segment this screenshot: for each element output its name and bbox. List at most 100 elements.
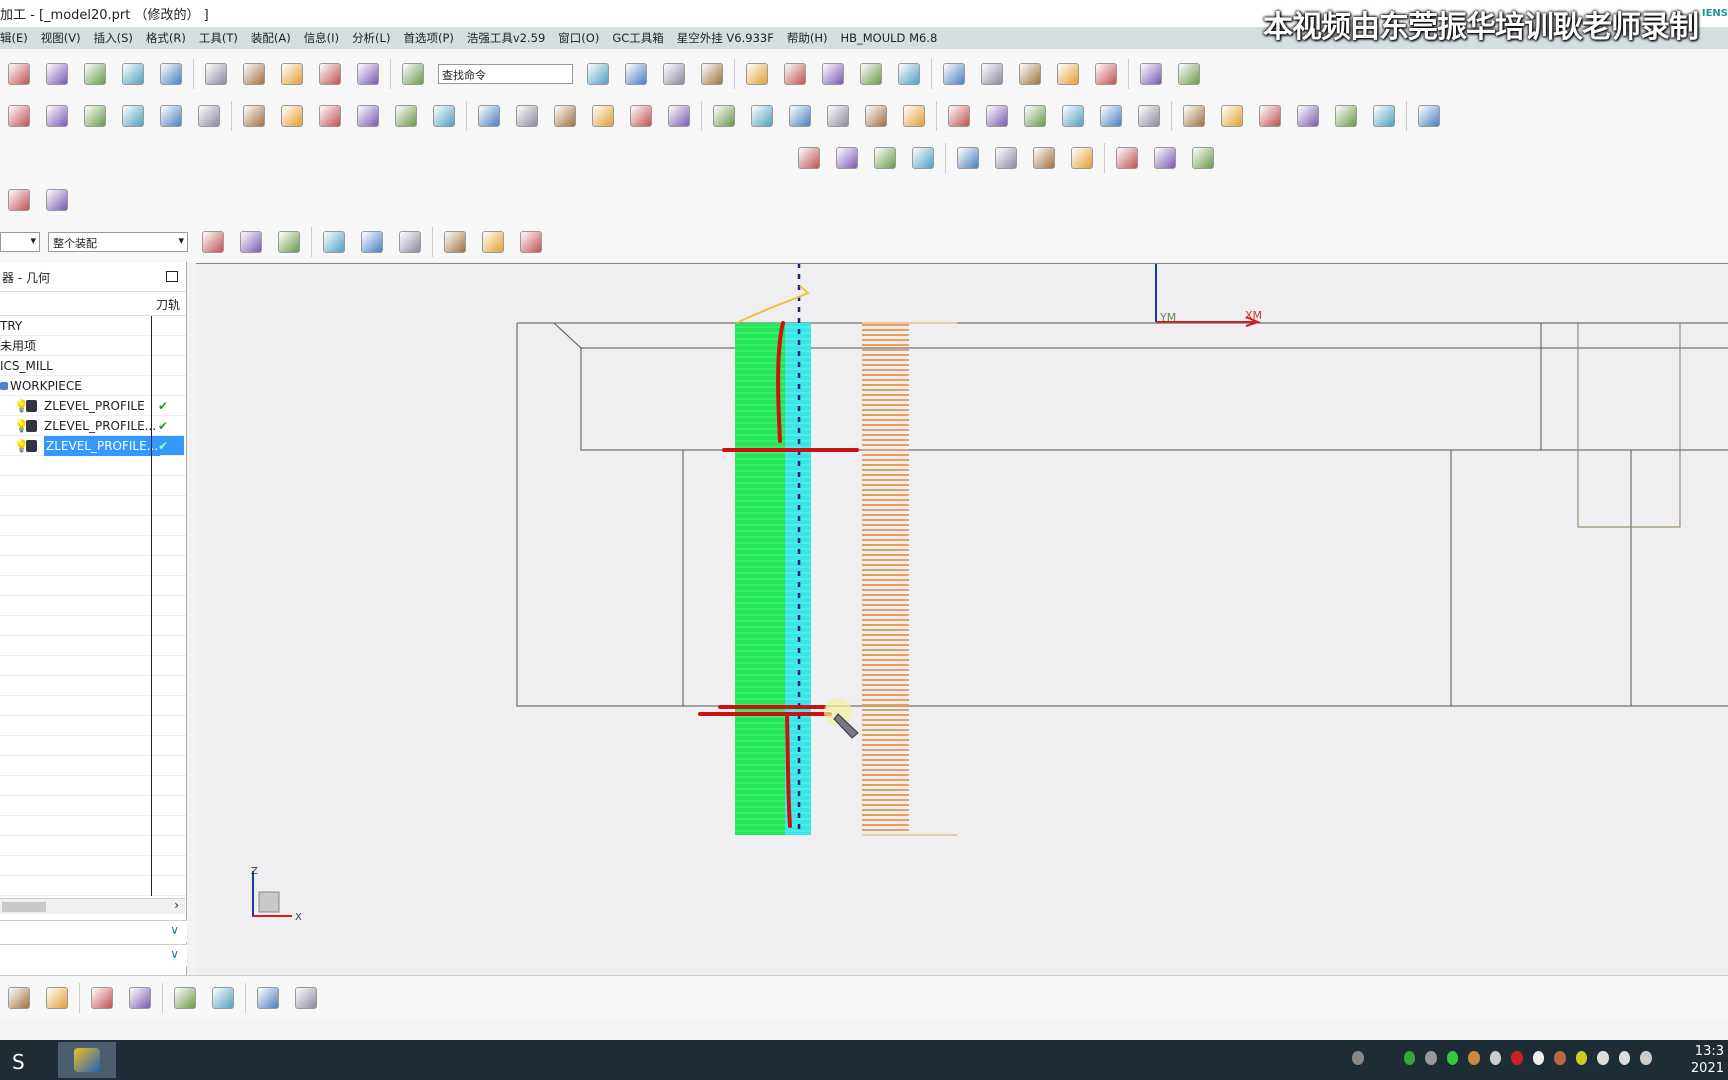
workpiece-icon[interactable] [4,983,34,1013]
library-icon[interactable] [1188,143,1218,173]
grid2-icon[interactable] [908,143,938,173]
gen-icon[interactable] [429,101,459,131]
maximize-icon[interactable] [166,271,178,282]
sphere-icon[interactable] [1331,101,1361,131]
unite-icon[interactable] [236,227,266,257]
volume-icon[interactable] [1618,1051,1631,1065]
pen-icon[interactable] [1489,1051,1502,1065]
curve-icon[interactable] [823,101,853,131]
navigator-row[interactable]: 未用项 [0,336,186,356]
list-icon[interactable] [474,101,504,131]
layer-icon[interactable] [939,59,969,89]
shaded-box-icon[interactable] [478,227,508,257]
simulate-icon[interactable] [550,101,580,131]
bell-icon[interactable] [1532,1051,1545,1065]
info-icon[interactable] [398,59,428,89]
feed-icon[interactable] [1020,101,1050,131]
usb-icon[interactable] [1403,1051,1416,1065]
report-icon[interactable] [512,101,542,131]
copy-icon[interactable] [201,59,231,89]
gauge-icon[interactable] [982,101,1012,131]
path-icon[interactable] [353,101,383,131]
record-icon[interactable] [1511,1051,1523,1065]
verify-icon[interactable] [391,101,421,131]
shade-icon[interactable] [659,59,689,89]
create-op-icon[interactable] [42,101,72,131]
rainbow-icon[interactable] [87,983,117,1013]
cutter-icon[interactable] [1058,101,1088,131]
scroll-thumb[interactable] [2,902,46,912]
nx-taskbar-button[interactable] [58,1042,116,1078]
time-icon[interactable] [588,101,618,131]
box3-icon[interactable] [253,983,283,1013]
scope-dropdown[interactable]: 整个装配 [48,231,188,252]
menu-item[interactable]: 格式(R) [146,30,186,46]
geometry-icon[interactable] [80,101,110,131]
palette-icon[interactable] [1053,59,1083,89]
save-icon[interactable] [80,59,110,89]
navigator-row[interactable]: 💡 ZLEVEL_PROFILE... ✔ [0,416,186,436]
circle-icon[interactable] [785,101,815,131]
dependencies-panel[interactable]: ∨ [0,944,187,966]
hexagon-icon[interactable] [395,227,425,257]
machine-icon[interactable] [1217,101,1247,131]
qq-icon[interactable] [1468,1051,1480,1065]
layer2-icon[interactable] [170,983,200,1013]
page-icon[interactable] [780,59,810,89]
clock-icon[interactable] [1150,143,1180,173]
expand-icon[interactable]: ∨ [170,923,179,937]
keyboard-icon[interactable] [1352,1051,1364,1065]
type-filter-dropdown[interactable] [0,231,40,252]
column-toolpath[interactable]: 刀轨 [156,296,180,313]
measure-icon[interactable] [1174,59,1204,89]
info-op-icon[interactable] [239,101,269,131]
model-view[interactable]: YM XM X Z [196,263,1728,976]
binoculars-icon[interactable] [357,227,387,257]
inspect-icon[interactable] [832,143,862,173]
column-divider[interactable] [151,316,152,896]
list2-icon[interactable] [1067,143,1097,173]
sequence-icon[interactable] [664,101,694,131]
menu-item[interactable]: GC工具箱 [612,30,663,46]
details-panel[interactable]: ∨ [0,920,187,942]
print-icon[interactable] [118,59,148,89]
volume-mute-icon[interactable] [1554,1051,1566,1065]
paint-icon[interactable] [1015,59,1045,89]
box4-icon[interactable] [291,983,321,1013]
navigator-row[interactable]: ICS_MILL [0,356,186,376]
wifi-icon[interactable] [1640,1051,1652,1065]
menu-item[interactable]: 首选项(P) [403,30,453,46]
mirror-icon[interactable] [894,59,924,89]
perspective-icon[interactable] [42,185,72,215]
menu-item[interactable]: 浩强工具v2.59 [467,30,545,46]
frame-icon[interactable] [861,101,891,131]
navigator-row[interactable]: WORKPIECE [0,376,186,396]
menu-item[interactable]: 窗口(O) [558,30,599,46]
navigator-row[interactable]: 💡 ZLEVEL_PROFILE ✔ [0,396,186,416]
cut-icon[interactable] [156,59,186,89]
sheet-icon[interactable] [1029,143,1059,173]
plus-icon[interactable] [1575,1051,1588,1065]
post-icon[interactable] [277,101,307,131]
navigator-row[interactable]: 💡 ZLEVEL_PROFILE... ✔ [0,436,186,456]
scroll-right-icon[interactable]: › [174,898,179,912]
new-icon[interactable] [4,59,34,89]
move-icon[interactable] [856,59,886,89]
paste-icon[interactable] [239,59,269,89]
menu-item[interactable]: 帮助(H) [787,30,828,46]
reset-icon[interactable] [319,227,349,257]
plus-icon[interactable] [125,983,155,1013]
table-icon[interactable] [870,143,900,173]
wechat-icon[interactable] [1446,1051,1459,1065]
doc-icon[interactable] [991,143,1021,173]
cylinder2-icon[interactable] [208,983,238,1013]
command-search-input[interactable]: 查找命令 [438,63,573,84]
sync-icon[interactable] [1425,1051,1437,1065]
menu-item[interactable]: HB_MOULD M6.8 [840,31,937,45]
assembly-filter-icon[interactable] [198,227,228,257]
grid-icon[interactable] [1136,59,1166,89]
box-icon[interactable] [516,227,546,257]
create-tool-icon[interactable] [4,101,34,131]
search-icon[interactable] [583,59,613,89]
check-icon[interactable] [794,143,824,173]
